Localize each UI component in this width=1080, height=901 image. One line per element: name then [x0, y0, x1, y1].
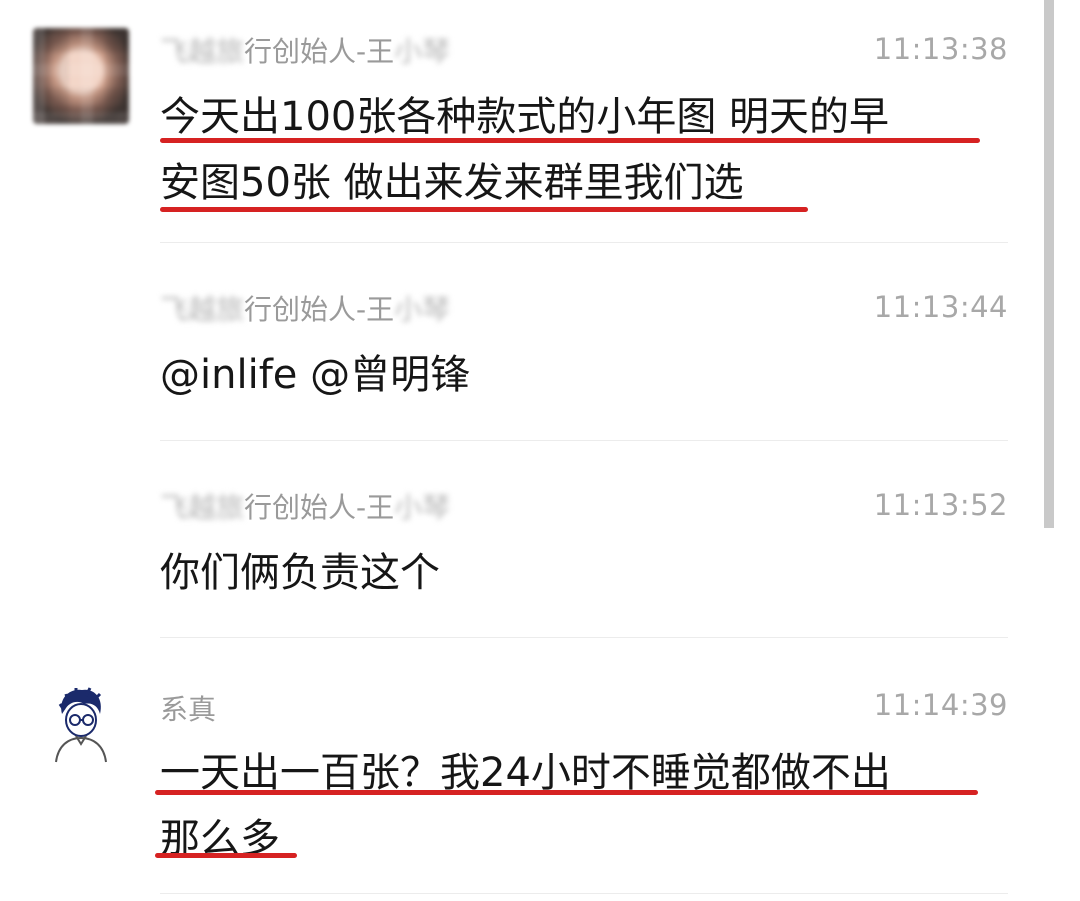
message-divider	[160, 637, 1008, 638]
message-divider	[160, 893, 1008, 894]
message-line: 一天出一百张？我24小时不睡觉都做不出	[160, 750, 891, 796]
cartoon-avatar-icon	[55, 687, 107, 763]
sender-name: 飞越旅行创始人-王小琴	[160, 35, 451, 68]
message-timestamp: 11:14:39	[873, 688, 1008, 722]
avatar[interactable]	[33, 28, 129, 124]
message-divider	[160, 242, 1008, 243]
message-line: 你们俩负责这个	[160, 550, 440, 596]
scrollbar[interactable]	[1044, 0, 1054, 528]
message-text: 你们俩负责这个	[160, 540, 1020, 606]
message-line: @inlife @曾明锋	[160, 352, 471, 398]
message-timestamp: 11:13:38	[873, 32, 1008, 66]
red-underline	[160, 138, 980, 143]
sender-name: 飞越旅行创始人-王小琴	[160, 293, 451, 326]
sender-name: 系真	[160, 693, 217, 726]
red-underline	[160, 207, 808, 212]
red-underline	[155, 853, 297, 858]
chat-history: 飞越旅行创始人-王小琴 11:13:38 今天出100张各种款式的小年图 明天的…	[0, 0, 1080, 901]
avatar[interactable]	[48, 684, 112, 764]
message-line: 那么多	[160, 816, 280, 862]
message-timestamp: 11:13:44	[873, 290, 1008, 324]
message-text: @inlife @曾明锋	[160, 342, 1020, 408]
sender-name: 飞越旅行创始人-王小琴	[160, 491, 451, 524]
red-underline	[155, 790, 978, 795]
message-text: 今天出100张各种款式的小年图 明天的早 安图50张 做出来发来群里我们选	[160, 84, 1020, 216]
message-divider	[160, 440, 1008, 441]
message-timestamp: 11:13:52	[873, 488, 1008, 522]
